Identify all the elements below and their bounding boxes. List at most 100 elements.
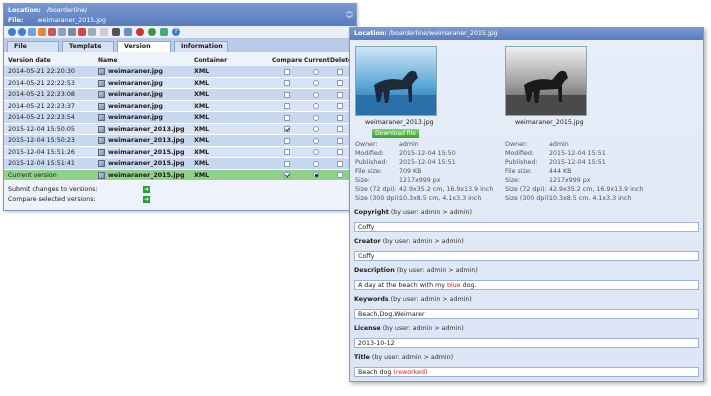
file-name[interactable]: weimaraner_2013.jpg — [108, 137, 185, 144]
back-icon[interactable] — [8, 28, 16, 36]
history-icon[interactable] — [160, 28, 168, 36]
table-row[interactable]: 2015-12-04 15:50:05 weimaraner_2013.jpg XM… — [4, 123, 356, 135]
compare-checkbox[interactable] — [284, 80, 290, 86]
download-file-button[interactable]: Download file — [372, 129, 419, 138]
file-icon — [98, 148, 105, 156]
filesize-label: File size: — [355, 168, 382, 175]
file-name[interactable]: weimaraner_2015.jpg — [108, 172, 185, 179]
paste-icon[interactable] — [68, 28, 76, 36]
current-radio[interactable] — [313, 137, 319, 144]
file-icon — [98, 125, 105, 133]
current-radio[interactable] — [313, 91, 319, 98]
submit-arrow-icon[interactable]: ➜ — [143, 186, 150, 193]
table-row[interactable]: 2014-05-21 22:23:08 weimaraner.jpg XML — [4, 89, 356, 101]
delete-checkbox[interactable] — [337, 114, 343, 121]
location-label: Location: — [354, 30, 387, 37]
container: XML — [194, 79, 210, 87]
expand-icon[interactable]: ︾ — [346, 16, 353, 23]
table-row[interactable]: 2014-05-21 22:23:54 weimaraner.jpg XML — [4, 112, 356, 124]
tools-icon[interactable] — [112, 28, 120, 36]
version-date: 2014-05-21 22:20:30 — [8, 68, 75, 75]
lock-icon[interactable] — [100, 28, 108, 36]
file-name[interactable]: weimaraner.jpg — [108, 68, 163, 75]
file-name[interactable]: weimaraner.jpg — [108, 114, 163, 121]
current-radio[interactable] — [313, 80, 319, 86]
compare-arrow-icon[interactable]: ➜ — [143, 196, 150, 203]
delete-checkbox[interactable] — [337, 80, 343, 86]
file-name[interactable]: weimaraner_2013.jpg — [108, 126, 185, 133]
keywords-field[interactable]: Beach,Dog,Weimarer — [354, 309, 699, 319]
table-row[interactable]: 2014-05-21 22:23:37 weimaraner.jpg XML — [4, 100, 356, 112]
compare-checkbox[interactable] — [284, 149, 290, 155]
file-name[interactable]: weimaraner_2015.jpg — [108, 149, 185, 156]
license-field[interactable]: 2013-10-12 — [354, 338, 699, 348]
delete-checkbox[interactable] — [337, 91, 343, 98]
delete-icon[interactable] — [78, 28, 86, 36]
size300-value: 10.3x8.5 cm, 4.1x3.3 inch — [399, 195, 482, 202]
delete-checkbox[interactable] — [337, 68, 343, 75]
compare-checkbox[interactable] — [284, 103, 290, 109]
current-radio[interactable] — [313, 160, 319, 167]
image-caption-2013[interactable]: weimaraner_2013.jpg — [365, 119, 434, 126]
container: XML — [194, 68, 210, 75]
table-row[interactable]: 2015-12-04 15:51:41 weimaraner_2015.jpg XM… — [4, 158, 356, 170]
current-radio[interactable] — [313, 114, 319, 121]
delete-checkbox[interactable] — [337, 160, 343, 167]
container: XML — [194, 137, 210, 144]
delete-checkbox[interactable] — [337, 126, 343, 132]
copy-icon[interactable] — [58, 28, 66, 36]
image-caption-2015[interactable]: weimaraner_2015.jpg — [515, 119, 584, 126]
image-thumbnail-2015[interactable] — [505, 46, 587, 116]
current-radio[interactable] — [313, 103, 319, 109]
tab-file[interactable]: File — [7, 41, 59, 52]
table-row[interactable]: 2015-12-04 15:51:26 weimaraner_2015.jpg XM… — [4, 146, 356, 158]
current-radio[interactable] — [313, 126, 319, 132]
forward-icon[interactable] — [18, 28, 26, 36]
delete-checkbox[interactable] — [337, 103, 343, 109]
owner-label: Owner: — [355, 141, 378, 148]
collapse-icon[interactable]: ︽ — [346, 8, 353, 15]
col-container: Container — [194, 57, 228, 64]
description-field[interactable]: A day at the beach with my blue dog. — [354, 280, 699, 290]
current-radio[interactable] — [313, 172, 319, 178]
file-name[interactable]: weimaraner_2015.jpg — [108, 160, 185, 167]
version-date: 2014-05-21 22:23:37 — [8, 102, 75, 110]
home-icon[interactable] — [38, 28, 46, 36]
table-row[interactable]: 2014-05-21 22:20:30 weimaraner.jpg XML — [4, 66, 356, 78]
compare-checkbox[interactable] — [284, 160, 290, 167]
help-icon[interactable]: ? — [172, 28, 180, 36]
current-radio[interactable] — [313, 68, 319, 75]
delete-checkbox[interactable] — [337, 137, 343, 144]
creator-field[interactable]: Coffy — [354, 251, 699, 261]
delete-checkbox[interactable] — [337, 149, 343, 155]
table-row[interactable]: Current version weimaraner_2015.jpg XML — [4, 169, 356, 181]
image-thumbnail-2013[interactable] — [355, 46, 437, 116]
color-icon[interactable] — [124, 28, 132, 36]
cut-icon[interactable] — [48, 28, 56, 36]
table-row[interactable]: 2015-12-04 15:50:23 weimaraner_2013.jpg XM… — [4, 135, 356, 147]
tab-information[interactable]: Information — [174, 41, 228, 52]
title-field[interactable]: Beach dog (reworked) — [354, 367, 699, 377]
tab-template[interactable]: Template — [62, 41, 114, 52]
file-name[interactable]: weimaraner.jpg — [108, 91, 163, 98]
compare-checkbox[interactable] — [284, 172, 290, 178]
tab-version[interactable]: Version — [117, 41, 171, 52]
settings-icon[interactable] — [148, 28, 156, 36]
palette-icon[interactable] — [136, 28, 144, 36]
file-name[interactable]: weimaraner.jpg — [108, 80, 163, 87]
compare-checkbox[interactable] — [284, 68, 290, 75]
compare-checkbox[interactable] — [284, 126, 290, 132]
compare-checkbox[interactable] — [284, 91, 290, 98]
upload-icon[interactable] — [88, 28, 96, 36]
keywords-label: Keywords (by user: admin > admin) — [354, 296, 472, 303]
compare-checkbox[interactable] — [284, 137, 290, 144]
size-value: 1217x999 px — [399, 177, 441, 184]
file-name[interactable]: weimaraner.jpg — [108, 103, 163, 110]
compare-checkbox[interactable] — [284, 114, 290, 121]
toolbar: ? — [4, 26, 356, 39]
table-row[interactable]: 2014-05-21 22:22:53 weimaraner.jpg XML — [4, 77, 356, 89]
current-radio[interactable] — [313, 149, 319, 155]
delete-checkbox[interactable] — [337, 172, 343, 178]
copyright-field[interactable]: Coffy — [354, 222, 699, 232]
refresh-icon[interactable] — [28, 28, 36, 36]
